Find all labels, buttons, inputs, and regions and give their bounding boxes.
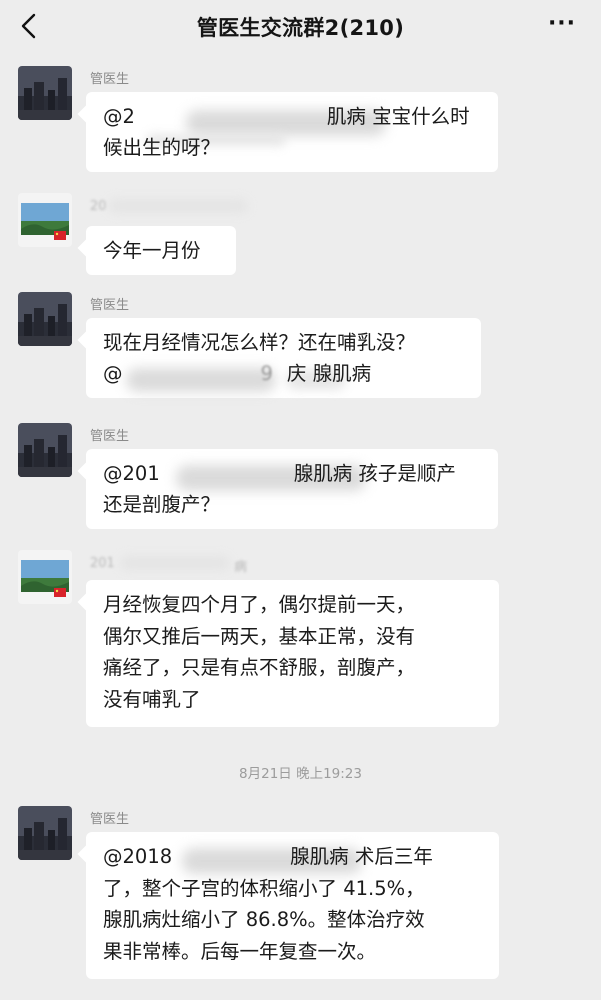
message-text: 庆 腺肌病 bbox=[286, 362, 372, 385]
mention-text: @2 bbox=[103, 105, 135, 128]
message-text: 果非常棒。后每一年复查一次。 bbox=[103, 939, 377, 963]
message-text: 腺肌病 孩子是顺产 bbox=[293, 462, 456, 485]
sender-name: 管医生 bbox=[90, 72, 130, 87]
mention-text: @201 bbox=[103, 462, 160, 485]
chat-header: 管医生交流群2(210) ··· bbox=[0, 0, 601, 54]
avatar[interactable] bbox=[18, 550, 72, 604]
message-text: 了，整个子宫的体积缩小了 41.5%， bbox=[103, 876, 425, 900]
city-night-avatar-icon bbox=[18, 66, 72, 120]
blurred-text: 9 bbox=[260, 362, 273, 385]
message-text: 偶尔又推后一两天，基本正常，没有 bbox=[103, 624, 416, 648]
avatar[interactable] bbox=[18, 806, 72, 860]
message-text: 候出生的呀？ bbox=[103, 136, 221, 159]
message-text: 腺肌病灶缩小了 86.8%。整体治疗效 bbox=[103, 908, 425, 931]
timestamp: 8月21日 晚上19:23 bbox=[239, 766, 362, 782]
city-night-avatar-icon bbox=[18, 292, 72, 346]
avatar[interactable] bbox=[18, 423, 72, 477]
more-dots-icon: ··· bbox=[547, 11, 577, 36]
message-bubble[interactable]: 现在月经情况怎么样？还在哺乳没？ @9 庆 腺肌病 bbox=[86, 318, 481, 398]
landscape-flag-avatar-icon bbox=[18, 193, 72, 247]
message-text: 痛经了，只是有点不舒服，剖腹产， bbox=[103, 656, 416, 679]
message-text: 月经恢复四个月了，偶尔提前一天， bbox=[103, 593, 416, 616]
message-text: 肌病 宝宝什么时 bbox=[326, 105, 470, 128]
message-bubble[interactable]: 月经恢复四个月了，偶尔提前一天， 偶尔又推后一两天，基本正常，没有 痛经了，只是… bbox=[86, 580, 499, 727]
sender-name: 管医生 bbox=[90, 429, 130, 444]
message-bubble[interactable]: 今年一月份 bbox=[86, 226, 236, 275]
message-bubble[interactable]: @2018 腺肌病 术后三年 了，整个子宫的体积缩小了 41.5%， 腺肌病灶缩小… bbox=[86, 832, 499, 979]
more-button[interactable]: ··· bbox=[545, 11, 579, 40]
chat-title: 管医生交流群2(210) bbox=[196, 16, 405, 40]
sender-name: 管医生 bbox=[90, 812, 130, 827]
mention-text: @2018 bbox=[103, 845, 173, 868]
city-night-avatar-icon bbox=[18, 806, 72, 860]
message-text: 没有哺乳了 bbox=[103, 687, 201, 711]
landscape-flag-avatar-icon bbox=[18, 550, 72, 604]
sender-name: 20 bbox=[90, 199, 107, 214]
message-bubble[interactable]: @201 腺肌病 孩子是顺产 还是剖腹产？ bbox=[86, 449, 498, 529]
message-text: 现在月经情况怎么样？还在哺乳没？ bbox=[103, 331, 416, 354]
city-night-avatar-icon bbox=[18, 423, 72, 477]
sender-name: 管医生 bbox=[90, 298, 130, 313]
avatar[interactable] bbox=[18, 66, 72, 120]
sender-name-tail: 病 bbox=[234, 560, 248, 575]
mention-text: @ bbox=[103, 362, 123, 385]
message-bubble[interactable]: @2 肌病 宝宝什么时 候出生的呀？ bbox=[86, 92, 498, 172]
message-text: 腺肌病 术后三年 bbox=[290, 845, 433, 868]
avatar[interactable] bbox=[18, 193, 72, 247]
sender-name: 201 bbox=[90, 556, 115, 571]
message-text: 还是剖腹产？ bbox=[103, 493, 221, 516]
message-text: 今年一月份 bbox=[103, 239, 201, 262]
avatar[interactable] bbox=[18, 292, 72, 346]
